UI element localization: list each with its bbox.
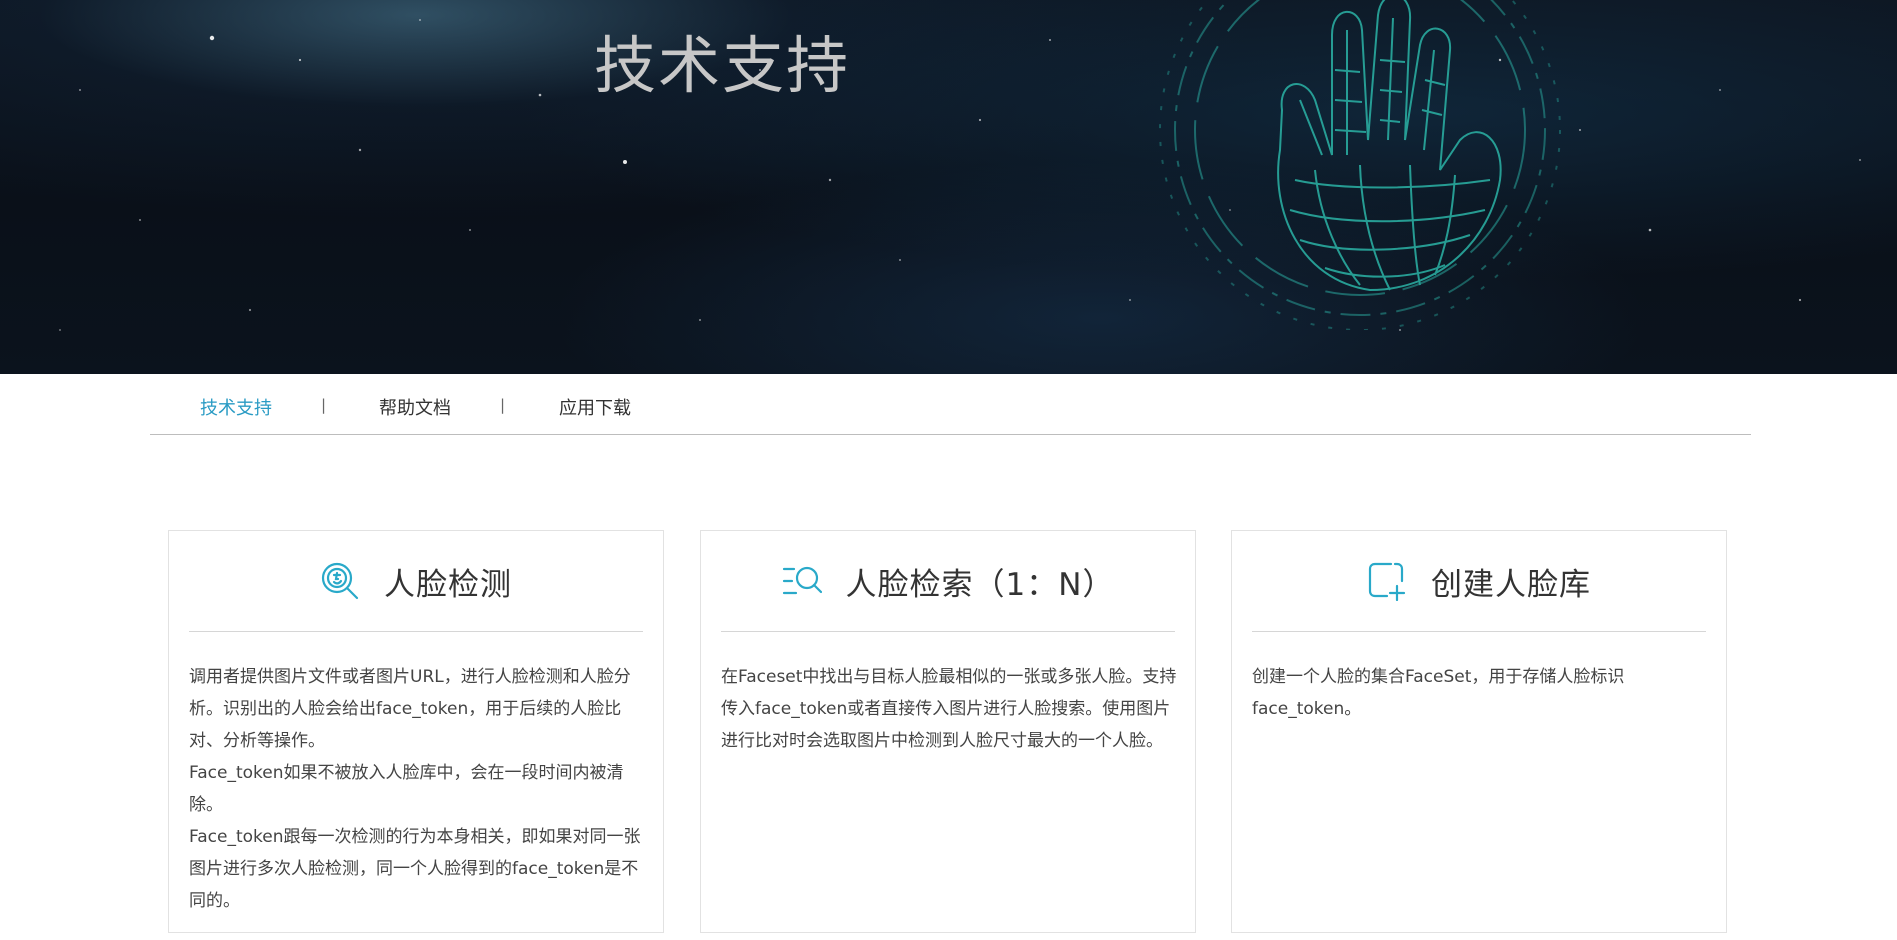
card-title: 人脸检索（1：N）: [845, 566, 1115, 603]
face-detect-icon: [321, 562, 359, 600]
card-description: 在Faceset中找出与目标人脸最相似的一张或多张人脸。支持传入face_tok…: [721, 661, 1177, 757]
list-search-icon: [782, 566, 822, 595]
sub-navigation: 技术支持 | 帮助文档 | 应用下载: [150, 374, 1751, 435]
add-library-icon: [1368, 562, 1406, 601]
card-paragraph: Face_token跟每一次检测的行为本身相关，即如果对同一张图片进行多次人脸检…: [189, 827, 641, 911]
feature-card-face-search: 人脸检索（1：N） 在Faceset中找出与目标人脸最相似的一张或多张人脸。支持…: [700, 530, 1196, 933]
card-header: 人脸检测: [189, 531, 643, 632]
card-description: 创建一个人脸的集合FaceSet，用于存储人脸标识face_token。: [1252, 661, 1708, 725]
starfield-background: [59, 19, 1861, 331]
tab-technical-support[interactable]: 技术支持: [200, 394, 272, 420]
card-header: 创建人脸库: [1252, 531, 1706, 632]
card-header: 人脸检索（1：N）: [721, 531, 1175, 632]
card-title: 创建人脸库: [1431, 566, 1591, 603]
tab-separator: |: [500, 396, 506, 414]
tab-app-download[interactable]: 应用下载: [559, 394, 631, 420]
tab-help-docs[interactable]: 帮助文档: [379, 394, 451, 420]
hero-banner: 技术支持: [0, 0, 1897, 374]
card-paragraph: Face_token如果不被放入人脸库中，会在一段时间内被清除。: [189, 763, 624, 815]
tab-separator: |: [321, 396, 327, 414]
feature-card-face-detect: 人脸检测 调用者提供图片文件或者图片URL，进行人脸检测和人脸分析。识别出的人脸…: [168, 530, 664, 933]
feature-card-create-library: 创建人脸库 创建一个人脸的集合FaceSet，用于存储人脸标识face_toke…: [1231, 530, 1727, 933]
card-paragraph: 创建一个人脸的集合FaceSet，用于存储人脸标识face_token。: [1252, 667, 1625, 719]
card-paragraph: 调用者提供图片文件或者图片URL，进行人脸检测和人脸分析。识别出的人脸会给出fa…: [189, 667, 631, 751]
card-title: 人脸检测: [384, 566, 512, 603]
card-description: 调用者提供图片文件或者图片URL，进行人脸检测和人脸分析。识别出的人脸会给出fa…: [189, 661, 645, 917]
card-paragraph: 在Faceset中找出与目标人脸最相似的一张或多张人脸。支持传入face_tok…: [721, 667, 1177, 751]
wireframe-hand-illustration: [1159, 0, 1561, 330]
banner-title: 技术支持: [594, 29, 851, 102]
